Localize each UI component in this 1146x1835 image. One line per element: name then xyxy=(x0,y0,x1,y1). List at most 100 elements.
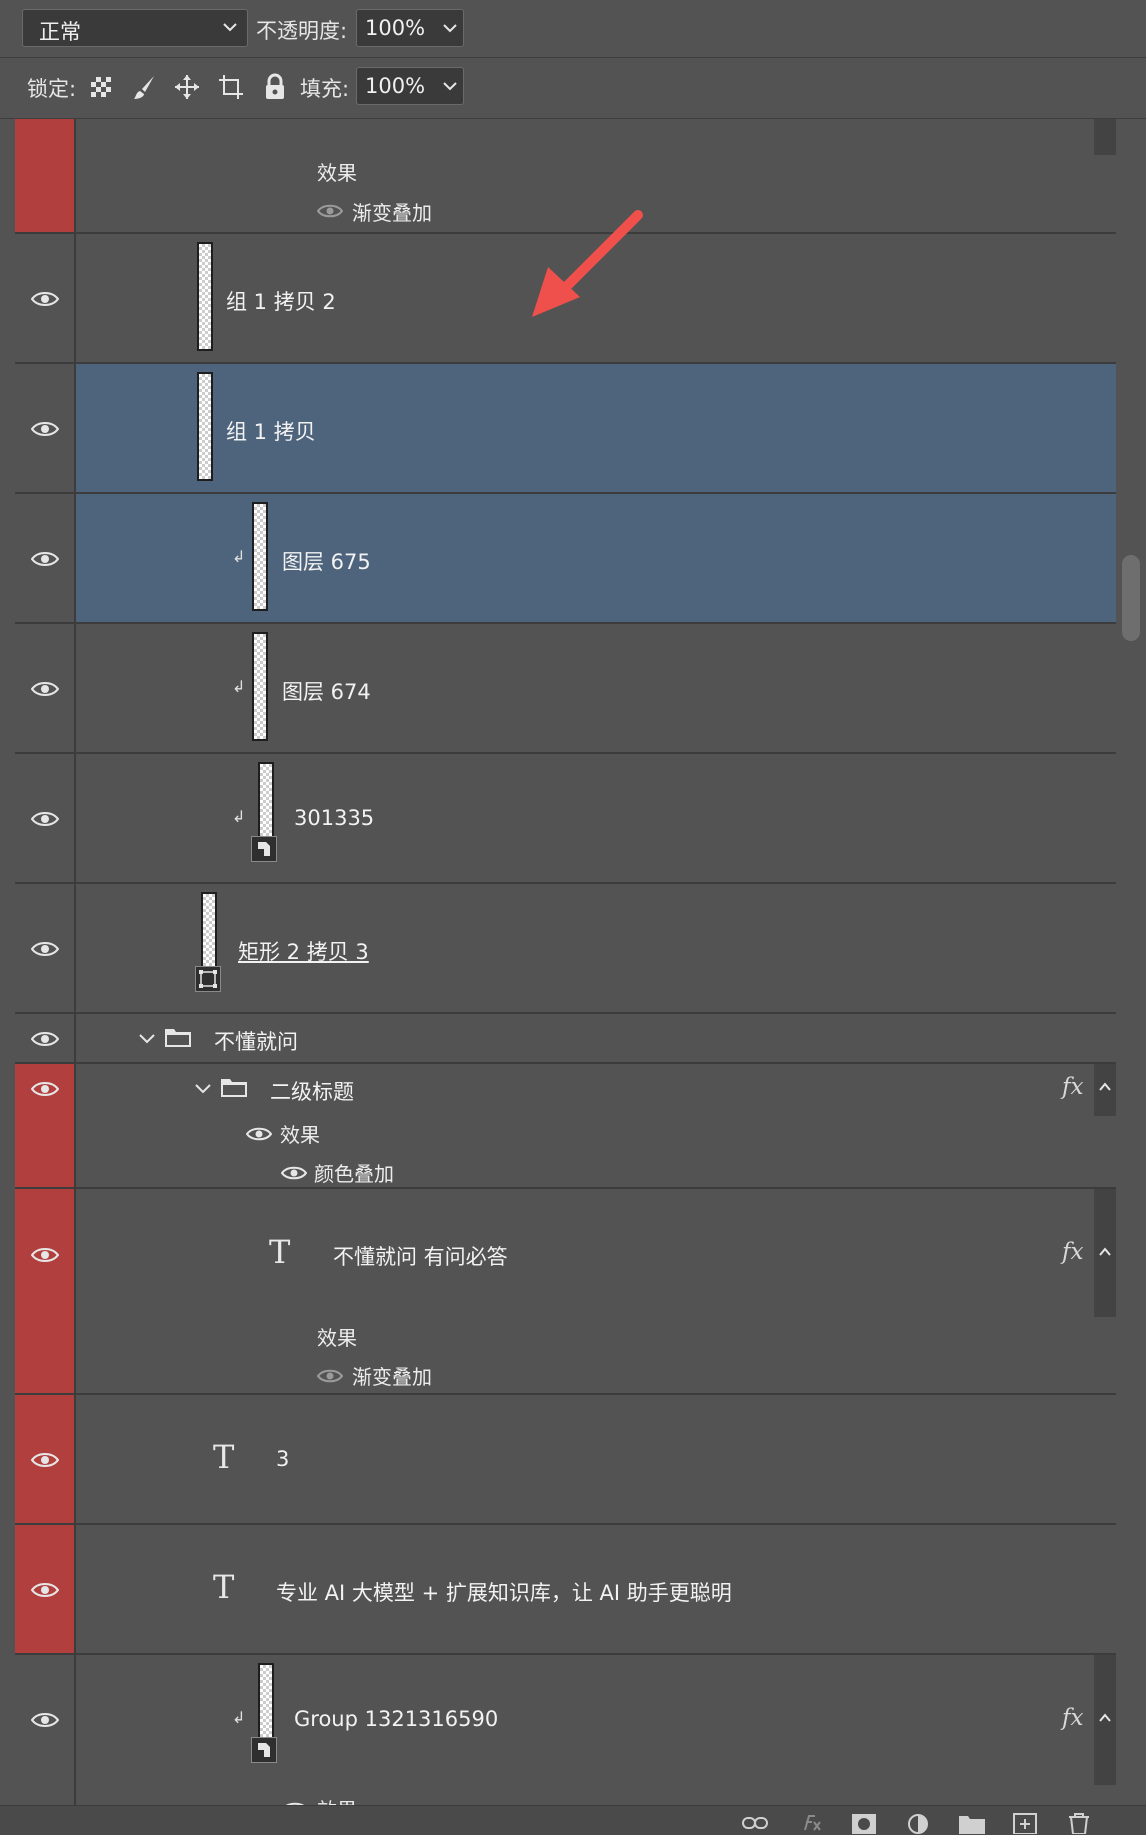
eye-icon[interactable] xyxy=(31,810,59,828)
visibility-cell[interactable] xyxy=(15,119,76,232)
layer-row[interactable]: ↲ 301335 xyxy=(15,754,1116,884)
fx-indicator[interactable]: fx xyxy=(1062,1074,1083,1100)
effects-toggle[interactable] xyxy=(1094,1655,1116,1785)
visibility-cell[interactable] xyxy=(15,1525,76,1653)
visibility-cell[interactable] xyxy=(15,624,76,752)
layer-name[interactable]: 专业 AI 大模型 + 扩展知识库，让 AI 助手更聪明 xyxy=(276,1577,732,1607)
layer-row[interactable]: 矩形 2 拷贝 3 xyxy=(15,884,1116,1014)
fill-dropdown-button[interactable] xyxy=(436,67,464,105)
effects-scroll xyxy=(1094,119,1116,155)
group-row[interactable]: 不懂就问 xyxy=(15,1014,1116,1064)
fx-indicator[interactable]: fx xyxy=(1062,1239,1083,1265)
layer-row-with-effects[interactable]: ↲ Group 1321316590 fx 效果 xyxy=(15,1655,1116,1805)
effects-toggle[interactable] xyxy=(1094,1064,1116,1116)
visibility-cell[interactable] xyxy=(15,884,76,1012)
scrollbar-thumb[interactable] xyxy=(1122,555,1140,641)
group-row-with-effects[interactable]: 二级标题 fx 效果 颜色叠加 xyxy=(15,1064,1116,1189)
lock-image-pixels-brush-icon[interactable] xyxy=(130,72,160,102)
layer-row[interactable]: ↲ 图层 674 xyxy=(15,624,1116,754)
layer-row-selected[interactable]: 组 1 拷贝 xyxy=(15,364,1116,494)
blend-mode-select[interactable]: 正常 xyxy=(22,9,248,47)
link-icon[interactable] xyxy=(740,1810,770,1834)
chevron-up-icon[interactable] xyxy=(1098,1246,1112,1258)
layer-name[interactable]: 图层 675 xyxy=(282,546,371,576)
mask-icon[interactable] xyxy=(849,1810,879,1834)
effects-visibility-eye-icon[interactable] xyxy=(246,1126,272,1142)
eye-icon[interactable] xyxy=(31,1451,59,1469)
adjustment-icon[interactable] xyxy=(903,1810,933,1834)
fx-indicator[interactable]: fx xyxy=(1062,1705,1083,1731)
layer-name[interactable]: 图层 674 xyxy=(282,676,371,706)
visibility-cell[interactable] xyxy=(15,494,76,622)
eye-icon[interactable] xyxy=(31,550,59,568)
clipping-mask-icon: ↲ xyxy=(232,1708,246,1727)
chevron-up-icon[interactable] xyxy=(1098,1712,1112,1724)
chevron-up-icon[interactable] xyxy=(1098,1081,1112,1093)
eye-icon[interactable] xyxy=(31,1246,59,1264)
layer-name[interactable]: 不懂就问 有问必答 xyxy=(333,1241,508,1271)
layer-name[interactable]: 矩形 2 拷贝 3 xyxy=(238,936,369,966)
lock-label: 锁定: xyxy=(27,77,77,101)
chevron-down-icon[interactable] xyxy=(193,1079,213,1099)
layer-name[interactable]: 3 xyxy=(276,1447,289,1471)
fill-input[interactable]: 100% xyxy=(356,67,438,105)
layer-list-scrollbar[interactable] xyxy=(1116,119,1146,1805)
visibility-cell[interactable] xyxy=(15,364,76,492)
lock-position-move-icon[interactable] xyxy=(172,72,202,102)
text-layer-icon: T xyxy=(213,1438,235,1476)
trash-icon[interactable] xyxy=(1064,1810,1094,1834)
effects-label: 效果 xyxy=(317,161,357,185)
visibility-cell[interactable] xyxy=(15,1655,76,1805)
layer-name[interactable]: 组 1 拷贝 xyxy=(226,416,316,446)
text-layer-row[interactable]: T 专业 AI 大模型 + 扩展知识库，让 AI 助手更聪明 xyxy=(15,1525,1116,1655)
layers-panel: 正常 不透明度: 100% 锁定: 填充: 100% 效果 渐变叠加 组 1 拷… xyxy=(0,0,1146,1835)
clipping-mask-icon: ↲ xyxy=(232,547,246,566)
lock-artboard-icon[interactable] xyxy=(216,72,246,102)
layer-row-selected[interactable]: ↲ 图层 675 xyxy=(15,494,1116,624)
eye-icon[interactable] xyxy=(31,420,59,438)
effect-visibility-eye-icon[interactable] xyxy=(281,1165,307,1181)
chevron-down-icon[interactable] xyxy=(137,1029,157,1049)
opacity-input[interactable]: 100% xyxy=(356,9,438,47)
fill-value: 100% xyxy=(365,74,426,98)
clipping-mask-icon: ↲ xyxy=(232,807,246,826)
opacity-value: 100% xyxy=(365,16,426,40)
visibility-cell[interactable] xyxy=(15,1395,76,1523)
layer-thumbnail xyxy=(252,502,268,611)
effect-visibility-eye-icon[interactable] xyxy=(317,203,343,219)
eye-icon[interactable] xyxy=(31,290,59,308)
text-layer-row[interactable]: T 3 xyxy=(15,1395,1116,1525)
layer-name[interactable]: 组 1 拷贝 2 xyxy=(226,286,336,316)
effect-name: 颜色叠加 xyxy=(314,1162,394,1186)
eye-icon[interactable] xyxy=(31,940,59,958)
eye-icon[interactable] xyxy=(31,1080,59,1098)
folder-icon[interactable] xyxy=(957,1810,987,1834)
layer-name[interactable]: 301335 xyxy=(294,806,374,830)
text-layer-icon: T xyxy=(269,1233,291,1271)
eye-icon[interactable] xyxy=(31,1030,59,1048)
new-layer-icon[interactable] xyxy=(1010,1810,1040,1834)
clipping-mask-icon: ↲ xyxy=(232,677,246,696)
visibility-cell[interactable] xyxy=(15,1014,76,1062)
effect-visibility-eye-icon[interactable] xyxy=(317,1368,343,1384)
fx-icon[interactable] xyxy=(795,1810,825,1834)
shape-layer-badge-icon xyxy=(195,966,221,992)
lock-all-icon[interactable] xyxy=(260,72,290,102)
group-name[interactable]: 不懂就问 xyxy=(214,1026,298,1056)
effects-label: 效果 xyxy=(280,1123,320,1147)
text-layer-row-with-effects[interactable]: T 不懂就问 有问必答 fx 效果 渐变叠加 xyxy=(15,1189,1116,1395)
lock-transparent-pixels-icon[interactable] xyxy=(86,72,116,102)
visibility-cell[interactable] xyxy=(15,234,76,362)
layer-thumbnail xyxy=(197,372,213,481)
layer-name[interactable]: Group 1321316590 xyxy=(294,1707,498,1731)
visibility-cell[interactable] xyxy=(15,1189,76,1393)
opacity-dropdown-button[interactable] xyxy=(436,9,464,47)
eye-icon[interactable] xyxy=(31,1581,59,1599)
visibility-cell[interactable] xyxy=(15,754,76,882)
chevron-down-icon xyxy=(443,24,457,33)
eye-icon[interactable] xyxy=(31,680,59,698)
eye-icon[interactable] xyxy=(31,1711,59,1729)
group-name[interactable]: 二级标题 xyxy=(270,1076,354,1106)
effects-toggle[interactable] xyxy=(1094,1189,1116,1317)
visibility-cell[interactable] xyxy=(15,1064,76,1187)
